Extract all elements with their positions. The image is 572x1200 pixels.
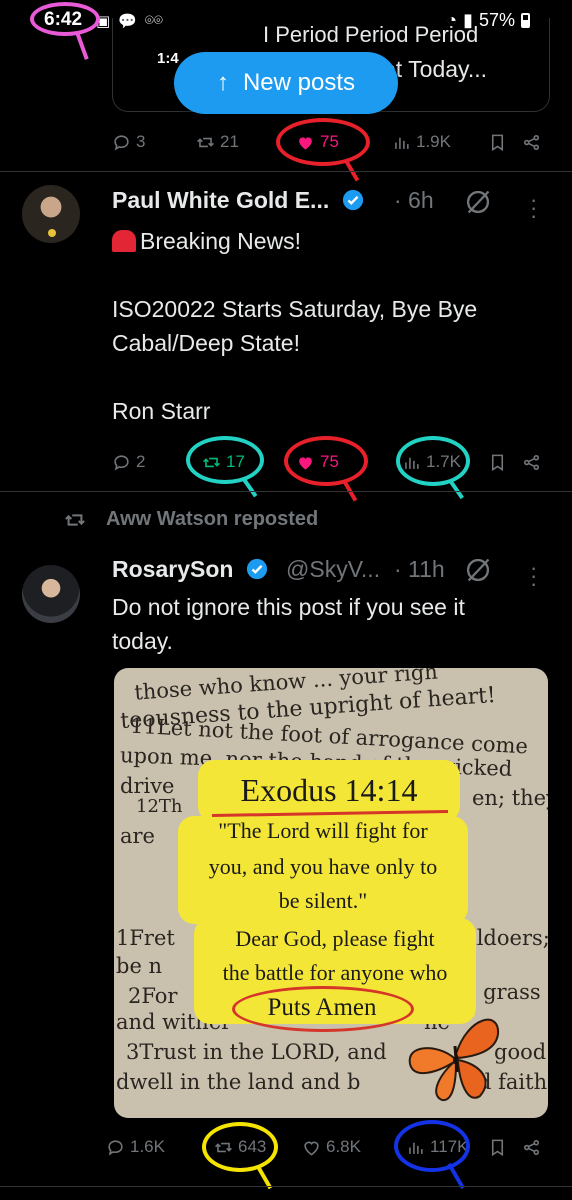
verse-title: Exodus 14:14 — [240, 772, 418, 808]
quoted-post-time: 1:4 — [157, 50, 179, 67]
bookmark-icon — [491, 134, 504, 151]
page-line: 2For — [128, 984, 178, 1008]
page-line: drive — [120, 774, 175, 798]
reply-button[interactable]: 3 — [112, 127, 145, 157]
grok-icon[interactable] — [464, 556, 492, 584]
repost-icon — [65, 513, 85, 526]
page-line: en; they — [472, 786, 548, 810]
annotation-circle-views-1 — [396, 436, 470, 486]
post-divider — [0, 491, 572, 492]
reply-count: 2 — [136, 452, 146, 471]
share-button[interactable] — [522, 127, 541, 157]
share-button[interactable] — [522, 447, 541, 477]
verse-quote-line: "The Lord will fight for — [218, 818, 428, 843]
share-icon — [523, 454, 540, 470]
analytics-icon — [395, 137, 409, 149]
page-line: be n — [116, 954, 163, 978]
siren-emoji-icon — [112, 230, 136, 252]
post-line-1: today. — [112, 628, 173, 654]
post-line-3: Cabal/Deep State! — [112, 330, 300, 356]
post-divider — [0, 1186, 572, 1187]
reply-count: 1.6K — [130, 1137, 165, 1156]
annotation-tail-views-1 — [448, 478, 464, 500]
repost-label: Aww Watson reposted — [106, 508, 319, 530]
views-button[interactable]: 1.9K — [392, 127, 451, 157]
post-time[interactable]: · 6h — [394, 187, 434, 214]
verse-quote-line: you, and you have only to — [208, 854, 438, 879]
views-count: 1.9K — [416, 132, 451, 151]
bookmark-button[interactable] — [488, 127, 507, 157]
annotation-tail-reposts-1 — [242, 478, 258, 498]
like-count: 6.8K — [326, 1137, 361, 1156]
new-posts-button[interactable]: ↑ New posts — [174, 52, 398, 114]
grok-icon[interactable] — [464, 188, 492, 216]
verse-quote-line: be silent." — [278, 888, 368, 913]
annotation-circle-reposts-1 — [186, 436, 264, 484]
page-line: 3Trust in the LORD, and — [126, 1040, 387, 1064]
annotation-circle-time — [30, 2, 100, 36]
reply-count: 3 — [136, 132, 146, 151]
post-divider — [0, 171, 572, 172]
more-options-icon[interactable]: · · · — [530, 557, 537, 595]
reply-icon — [114, 454, 129, 470]
page-line: dwell in the land and b — [116, 1070, 361, 1094]
quoted-post-top-text: I Period Period Period — [263, 22, 479, 47]
repost-icon — [197, 137, 214, 147]
reply-button[interactable]: 2 — [112, 447, 145, 477]
bookmark-button[interactable] — [488, 1132, 507, 1162]
post-text: Breaking News! ISO20022 Starts Saturday,… — [112, 224, 542, 428]
new-posts-label: New posts — [242, 69, 356, 96]
annotation-circle-reposts-2 — [202, 1122, 278, 1172]
butterfly-icon — [408, 1018, 500, 1102]
heart-icon — [304, 1141, 319, 1156]
share-button[interactable] — [522, 1132, 541, 1162]
page-line: ildoers; — [470, 926, 548, 950]
author-name[interactable]: Paul White Gold E... — [112, 187, 364, 214]
verified-badge-icon — [246, 558, 267, 580]
amen-red-circle — [232, 986, 414, 1032]
annotation-circle-likes-0 — [276, 118, 370, 166]
author-name-text: Paul White Gold E... — [112, 187, 330, 213]
post-line-blank — [112, 360, 542, 394]
post-line-2: ISO20022 Starts Saturday, Bye Bye — [112, 296, 478, 322]
post-line-0: Breaking News! — [140, 228, 302, 254]
share-icon — [523, 134, 540, 150]
avatar[interactable] — [22, 185, 80, 243]
post-text: Do not ignore this post if you see it to… — [112, 590, 542, 658]
author-handle[interactable]: @SkyV... — [286, 556, 380, 583]
quoted-post-text: et Today... — [383, 56, 487, 82]
page-line: 1Fret — [116, 926, 175, 950]
bookmark-icon — [491, 454, 504, 471]
prayer-line: Dear God, please fight — [235, 926, 435, 951]
like-button[interactable]: 6.8K — [302, 1132, 361, 1162]
post-line: Breaking News! — [112, 224, 542, 258]
bookmark-button[interactable] — [488, 447, 507, 477]
reply-icon — [108, 1139, 123, 1155]
author-name-text: RosarySon — [112, 556, 234, 582]
page-line: are — [120, 824, 155, 848]
repost-button[interactable]: 21 — [196, 127, 239, 157]
avatar[interactable] — [22, 565, 80, 623]
page-line: 12Th — [136, 796, 183, 817]
repost-indicator[interactable]: Aww Watson reposted — [62, 508, 318, 531]
post-line-0: Do not ignore this post if you see it — [112, 594, 465, 620]
bookmark-icon — [491, 1139, 504, 1156]
prayer-line: the battle for anyone who — [222, 960, 448, 985]
post-line-blank — [112, 258, 542, 292]
reply-button[interactable]: 1.6K — [106, 1132, 165, 1162]
post-time[interactable]: · 11h — [394, 556, 445, 583]
reply-icon — [114, 134, 129, 150]
repost-count: 21 — [220, 132, 239, 151]
arrow-up-icon: ↑ — [216, 69, 229, 96]
verified-badge-icon — [342, 189, 363, 211]
post-actions: 1.6K 643 6.8K 117K — [108, 1132, 552, 1162]
annotation-circle-likes-1 — [284, 436, 368, 486]
share-icon — [523, 1139, 540, 1155]
post-image[interactable]: those who know ... your righ teousness t… — [114, 668, 548, 1118]
annotation-circle-views-2 — [394, 1120, 470, 1172]
more-options-icon[interactable]: · · · — [530, 189, 537, 227]
post-line-5: Ron Starr — [112, 398, 211, 424]
author-name[interactable]: RosarySon — [112, 556, 268, 583]
